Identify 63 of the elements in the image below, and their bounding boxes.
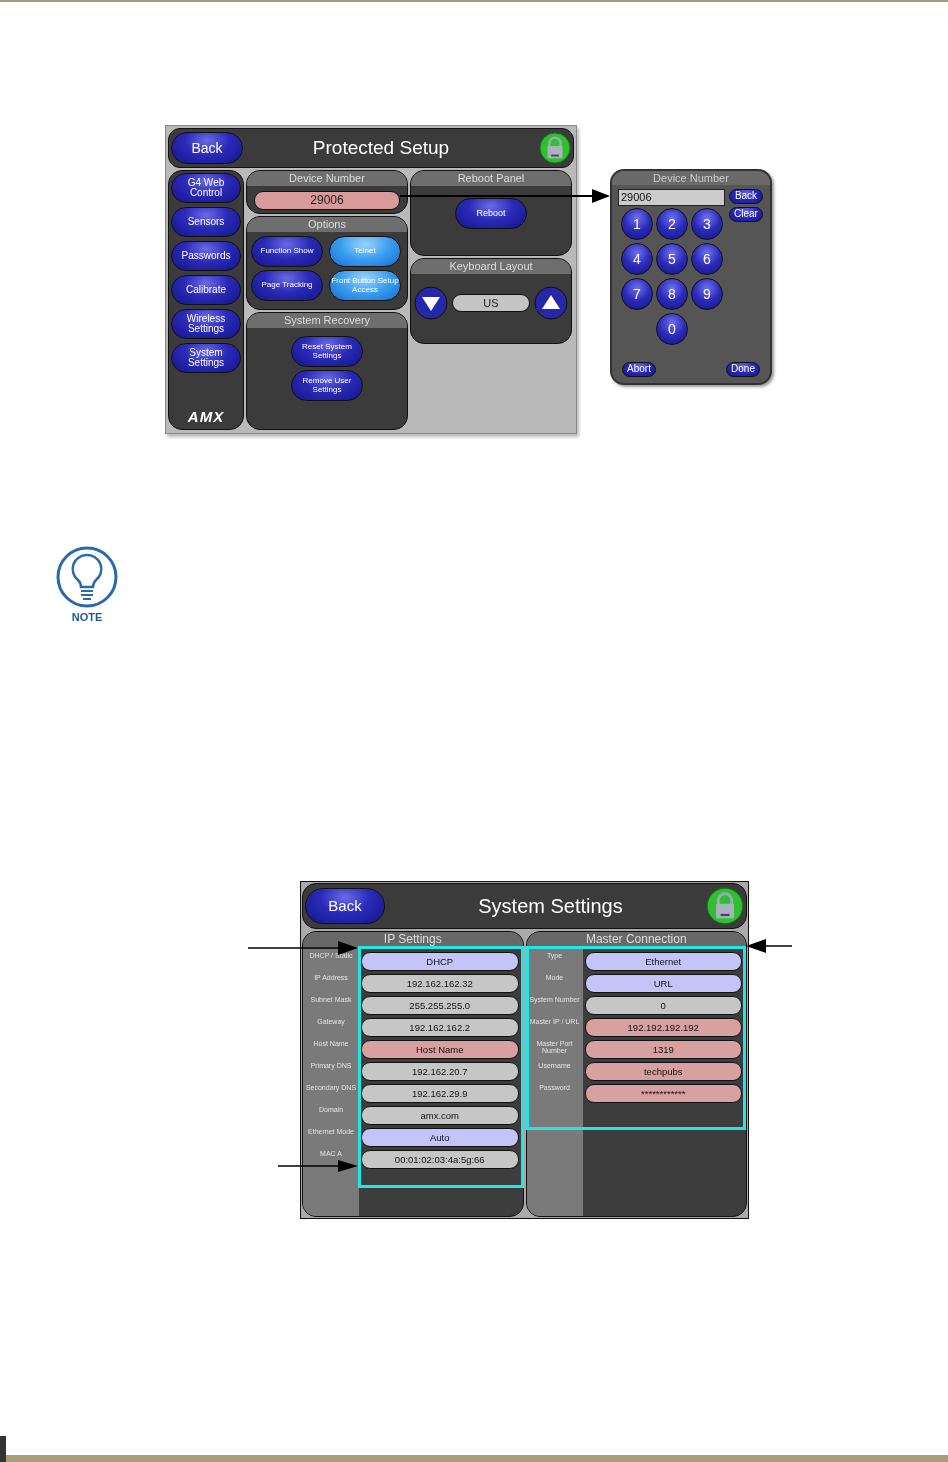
value-field[interactable]: 0 <box>584 996 742 1015</box>
value-field[interactable]: 192.162.29.9 <box>361 1084 519 1103</box>
value-field[interactable]: 192.162.162.2 <box>361 1018 519 1037</box>
recovery-button[interactable]: Reset System Settings <box>291 336 363 367</box>
screen-title: Protected Setup <box>311 137 451 159</box>
number-key[interactable]: 0 <box>656 313 688 345</box>
logo: AMX <box>187 408 225 425</box>
note-label: NOTE <box>71 611 103 623</box>
value-field[interactable]: 1319 <box>584 1040 742 1059</box>
lock-icon <box>539 132 571 164</box>
device-number-field[interactable]: 29006 <box>254 191 400 210</box>
number-key[interactable]: 5 <box>656 243 688 275</box>
number-key[interactable]: 9 <box>691 278 723 310</box>
screen-title: System Settings <box>477 894 624 918</box>
back-button[interactable]: Back <box>305 888 385 924</box>
number-key[interactable]: 2 <box>656 208 688 240</box>
nav-button[interactable]: Calibrate <box>171 275 241 305</box>
panel-title: Device Number <box>247 171 407 186</box>
panel-title: Reboot Panel <box>411 171 571 186</box>
value-field[interactable]: techpubs <box>584 1062 742 1081</box>
back-button[interactable]: Back <box>171 132 243 164</box>
layout-field: US <box>452 294 530 312</box>
panel-title: Keyboard Layout <box>411 259 571 274</box>
lock-icon <box>706 887 744 925</box>
back-button[interactable]: Back <box>729 189 763 204</box>
keypad-title: Device Number <box>612 171 770 185</box>
value-field[interactable]: Host Name <box>361 1040 519 1059</box>
done-button[interactable]: Done <box>726 362 760 377</box>
value-field[interactable]: 192.162.162.32 <box>361 974 519 993</box>
value-field[interactable]: amx.com <box>361 1106 519 1125</box>
number-key[interactable]: 8 <box>656 278 688 310</box>
value-field[interactable]: 192.192.192.192 <box>584 1018 742 1037</box>
reboot-button[interactable]: Reboot <box>455 198 527 229</box>
lightbulb-icon <box>56 546 118 608</box>
value-field[interactable]: 192.162.20.7 <box>361 1062 519 1081</box>
number-key[interactable]: 6 <box>691 243 723 275</box>
nav-button[interactable]: System Settings <box>171 343 241 373</box>
up-arrow-button[interactable] <box>534 286 568 320</box>
clear-button[interactable]: Clear <box>729 207 763 222</box>
option-button[interactable]: Function Show <box>251 236 323 267</box>
panel-title: System Recovery <box>247 313 407 328</box>
value-field[interactable]: Ethernet <box>584 952 742 971</box>
value-field[interactable]: ************ <box>584 1084 742 1103</box>
value-field[interactable]: Auto <box>361 1128 519 1147</box>
abort-button[interactable]: Abort <box>622 362 656 377</box>
option-button[interactable]: Page Tracking <box>251 270 323 301</box>
number-key[interactable]: 4 <box>621 243 653 275</box>
nav-button[interactable]: G4 Web Control <box>171 173 241 203</box>
panel-title: Options <box>247 217 407 232</box>
number-field[interactable]: 29006 <box>618 189 725 206</box>
nav-button[interactable]: Wireless Settings <box>171 309 241 339</box>
value-field[interactable]: URL <box>584 974 742 993</box>
number-key[interactable]: 1 <box>621 208 653 240</box>
number-key[interactable]: 3 <box>691 208 723 240</box>
value-field[interactable]: 00:01:02:03:4a:5g:66 <box>361 1150 519 1169</box>
nav-button[interactable]: Sensors <box>171 207 241 237</box>
nav-button[interactable]: Passwords <box>171 241 241 271</box>
number-key[interactable]: 7 <box>621 278 653 310</box>
value-field[interactable]: 255.255.255.0 <box>361 996 519 1015</box>
value-field[interactable]: DHCP <box>361 952 519 971</box>
leader-arrow <box>746 939 793 953</box>
recovery-button[interactable]: Remove User Settings <box>291 370 363 401</box>
down-arrow-button[interactable] <box>414 286 448 320</box>
